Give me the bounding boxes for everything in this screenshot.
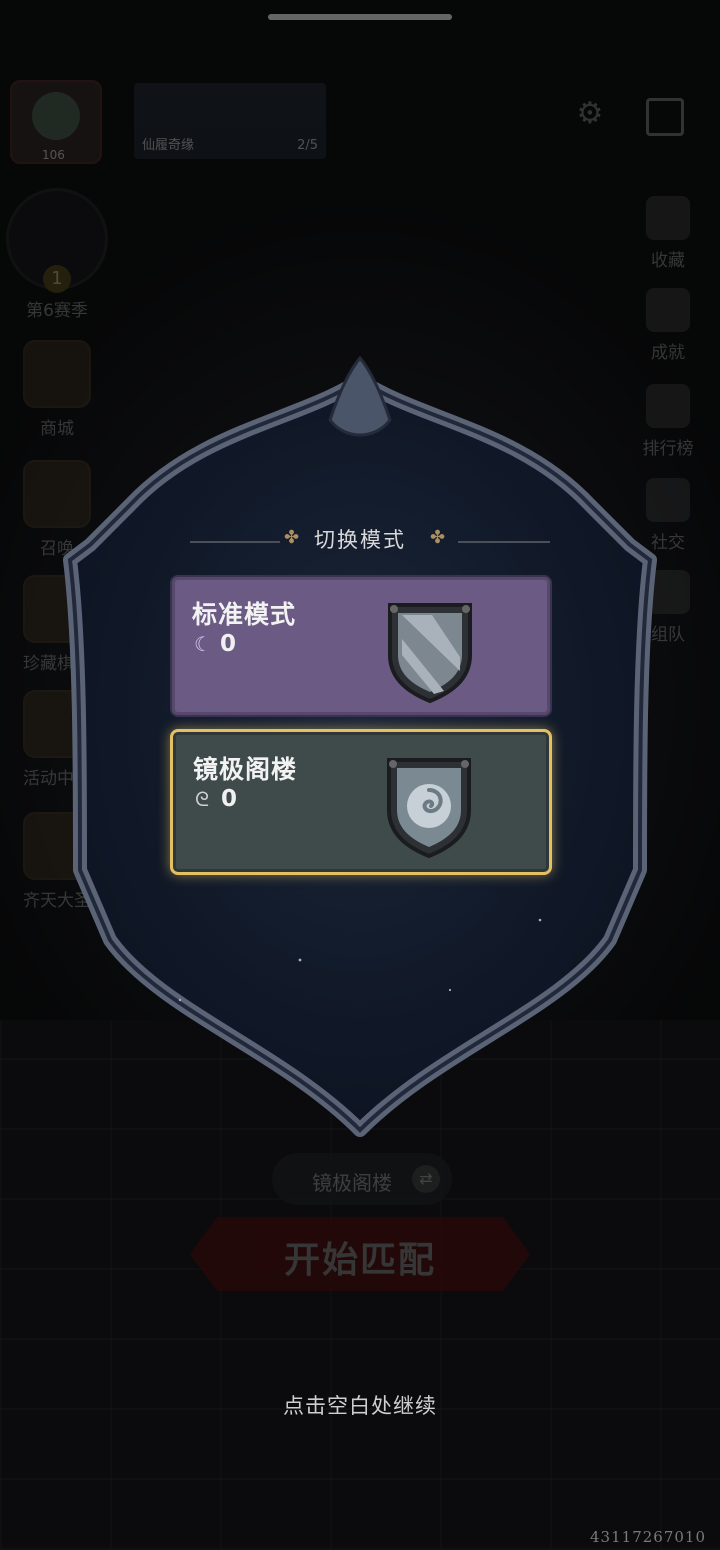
mode-name: 镜极阁楼: [193, 755, 298, 784]
user-id: 43117267010: [590, 1528, 706, 1546]
mode-token-count: 0: [220, 631, 237, 657]
mode-name: 标准模式: [192, 600, 297, 629]
mode-option-mirror-attic[interactable]: 镜极阁楼 ᘓ 0: [170, 729, 552, 875]
mirror-shield-icon: [387, 758, 471, 859]
title-divider-right: [458, 541, 550, 543]
swirl-token-icon: ᘓ: [195, 787, 210, 811]
mode-token-count: 0: [221, 786, 238, 812]
standard-shield-icon: [388, 603, 472, 704]
modal-title: 切换模式: [314, 528, 406, 552]
mode-option-standard[interactable]: 标准模式 ☾ 0: [170, 575, 552, 717]
moon-token-icon: ☾: [194, 632, 212, 656]
title-ornament-right-icon: ✤: [430, 527, 446, 548]
title-divider-left: [190, 541, 280, 543]
title-ornament-left-icon: ✤: [284, 527, 300, 548]
continue-hint: 点击空白处继续: [283, 1394, 437, 1418]
